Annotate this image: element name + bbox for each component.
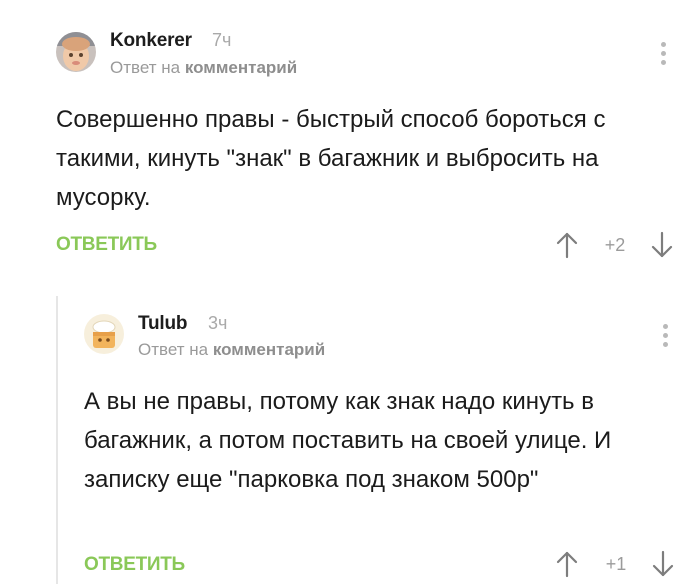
reply-to-info: Ответ на комментарий <box>138 340 325 360</box>
upvote-arrow-icon[interactable] <box>556 231 578 259</box>
comment-time: 3ч <box>208 313 228 333</box>
comment-rating: +2 <box>604 235 626 255</box>
reply-button[interactable]: ОТВЕТИТЬ <box>84 554 185 576</box>
cartoon-avatar-icon <box>84 314 124 354</box>
reply-to-link[interactable]: комментарий <box>213 340 325 359</box>
comment-rating: +1 <box>605 554 627 574</box>
comment-text: Совершенно правы - быстрый способ бороть… <box>56 106 606 211</box>
comment-author[interactable]: Tulub <box>138 313 187 335</box>
reply-to-prefix: Ответ на <box>138 340 209 359</box>
reply-button[interactable]: ОТВЕТИТЬ <box>56 234 157 256</box>
more-options-icon[interactable] <box>661 324 669 350</box>
avatar[interactable] <box>56 32 96 72</box>
user-photo-avatar-icon <box>56 32 96 72</box>
comment-text: А вы не правы, потому как знак надо кину… <box>84 388 612 493</box>
comment-konkerer: Konkerer 7ч Ответ на комментарий Соверше… <box>0 0 700 290</box>
more-options-icon[interactable] <box>659 42 667 68</box>
comment-tulub: Tulub 3ч Ответ на комментарий А вы не пр… <box>56 296 700 584</box>
downvote-arrow-icon[interactable] <box>651 231 673 259</box>
reply-to-prefix: Ответ на <box>110 58 181 77</box>
comment-time: 7ч <box>212 30 232 50</box>
reply-to-info: Ответ на комментарий <box>110 58 297 78</box>
upvote-arrow-icon[interactable] <box>556 550 578 578</box>
avatar[interactable] <box>84 314 124 354</box>
reply-to-link[interactable]: комментарий <box>185 58 297 77</box>
downvote-arrow-icon[interactable] <box>652 550 674 578</box>
comment-author[interactable]: Konkerer <box>110 30 192 52</box>
